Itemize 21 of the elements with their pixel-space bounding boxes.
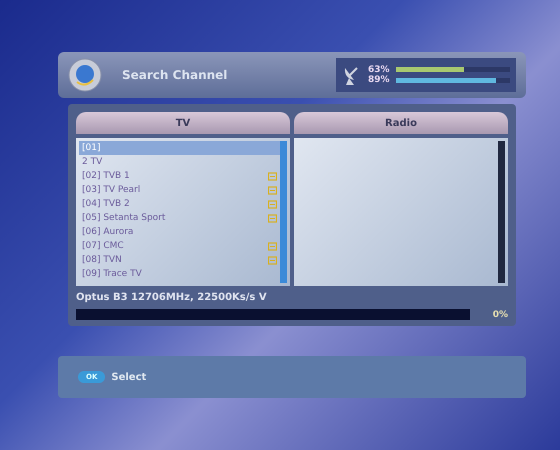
scrollbar[interactable] [498, 141, 505, 283]
key-hint: Select [111, 372, 146, 382]
list-heading: TV [76, 112, 290, 134]
scrollbar[interactable] [280, 141, 287, 283]
channel-item[interactable]: [04] TVB 2 [79, 197, 280, 211]
signal-reading: 63% [368, 65, 390, 75]
channel-item[interactable]: [09] Trace TV [79, 267, 280, 281]
screen-title: Search Channel [122, 68, 228, 82]
quality-reading: 89% [368, 75, 390, 85]
progress-reading: 0% [492, 310, 508, 320]
channel-item[interactable]: [05] Setanta Sport [79, 211, 280, 225]
channel-item[interactable]: [02] TVB 1 [79, 169, 280, 183]
list-heading: Radio [294, 112, 508, 134]
channel-item[interactable]: 2 TV [79, 155, 280, 169]
globe-icon [68, 58, 102, 92]
channel-item[interactable]: [06] Aurora [79, 225, 280, 239]
channel-item[interactable]: [08] TVN [79, 253, 280, 267]
channel-item[interactable]: [03] TV Pearl [79, 183, 280, 197]
transponder-info: Optus B3 12706MHz, 22500Ks/s V [76, 292, 268, 303]
channel-item[interactable]: [07] CMC [79, 239, 280, 253]
channel-item[interactable]: [01] [79, 141, 280, 155]
